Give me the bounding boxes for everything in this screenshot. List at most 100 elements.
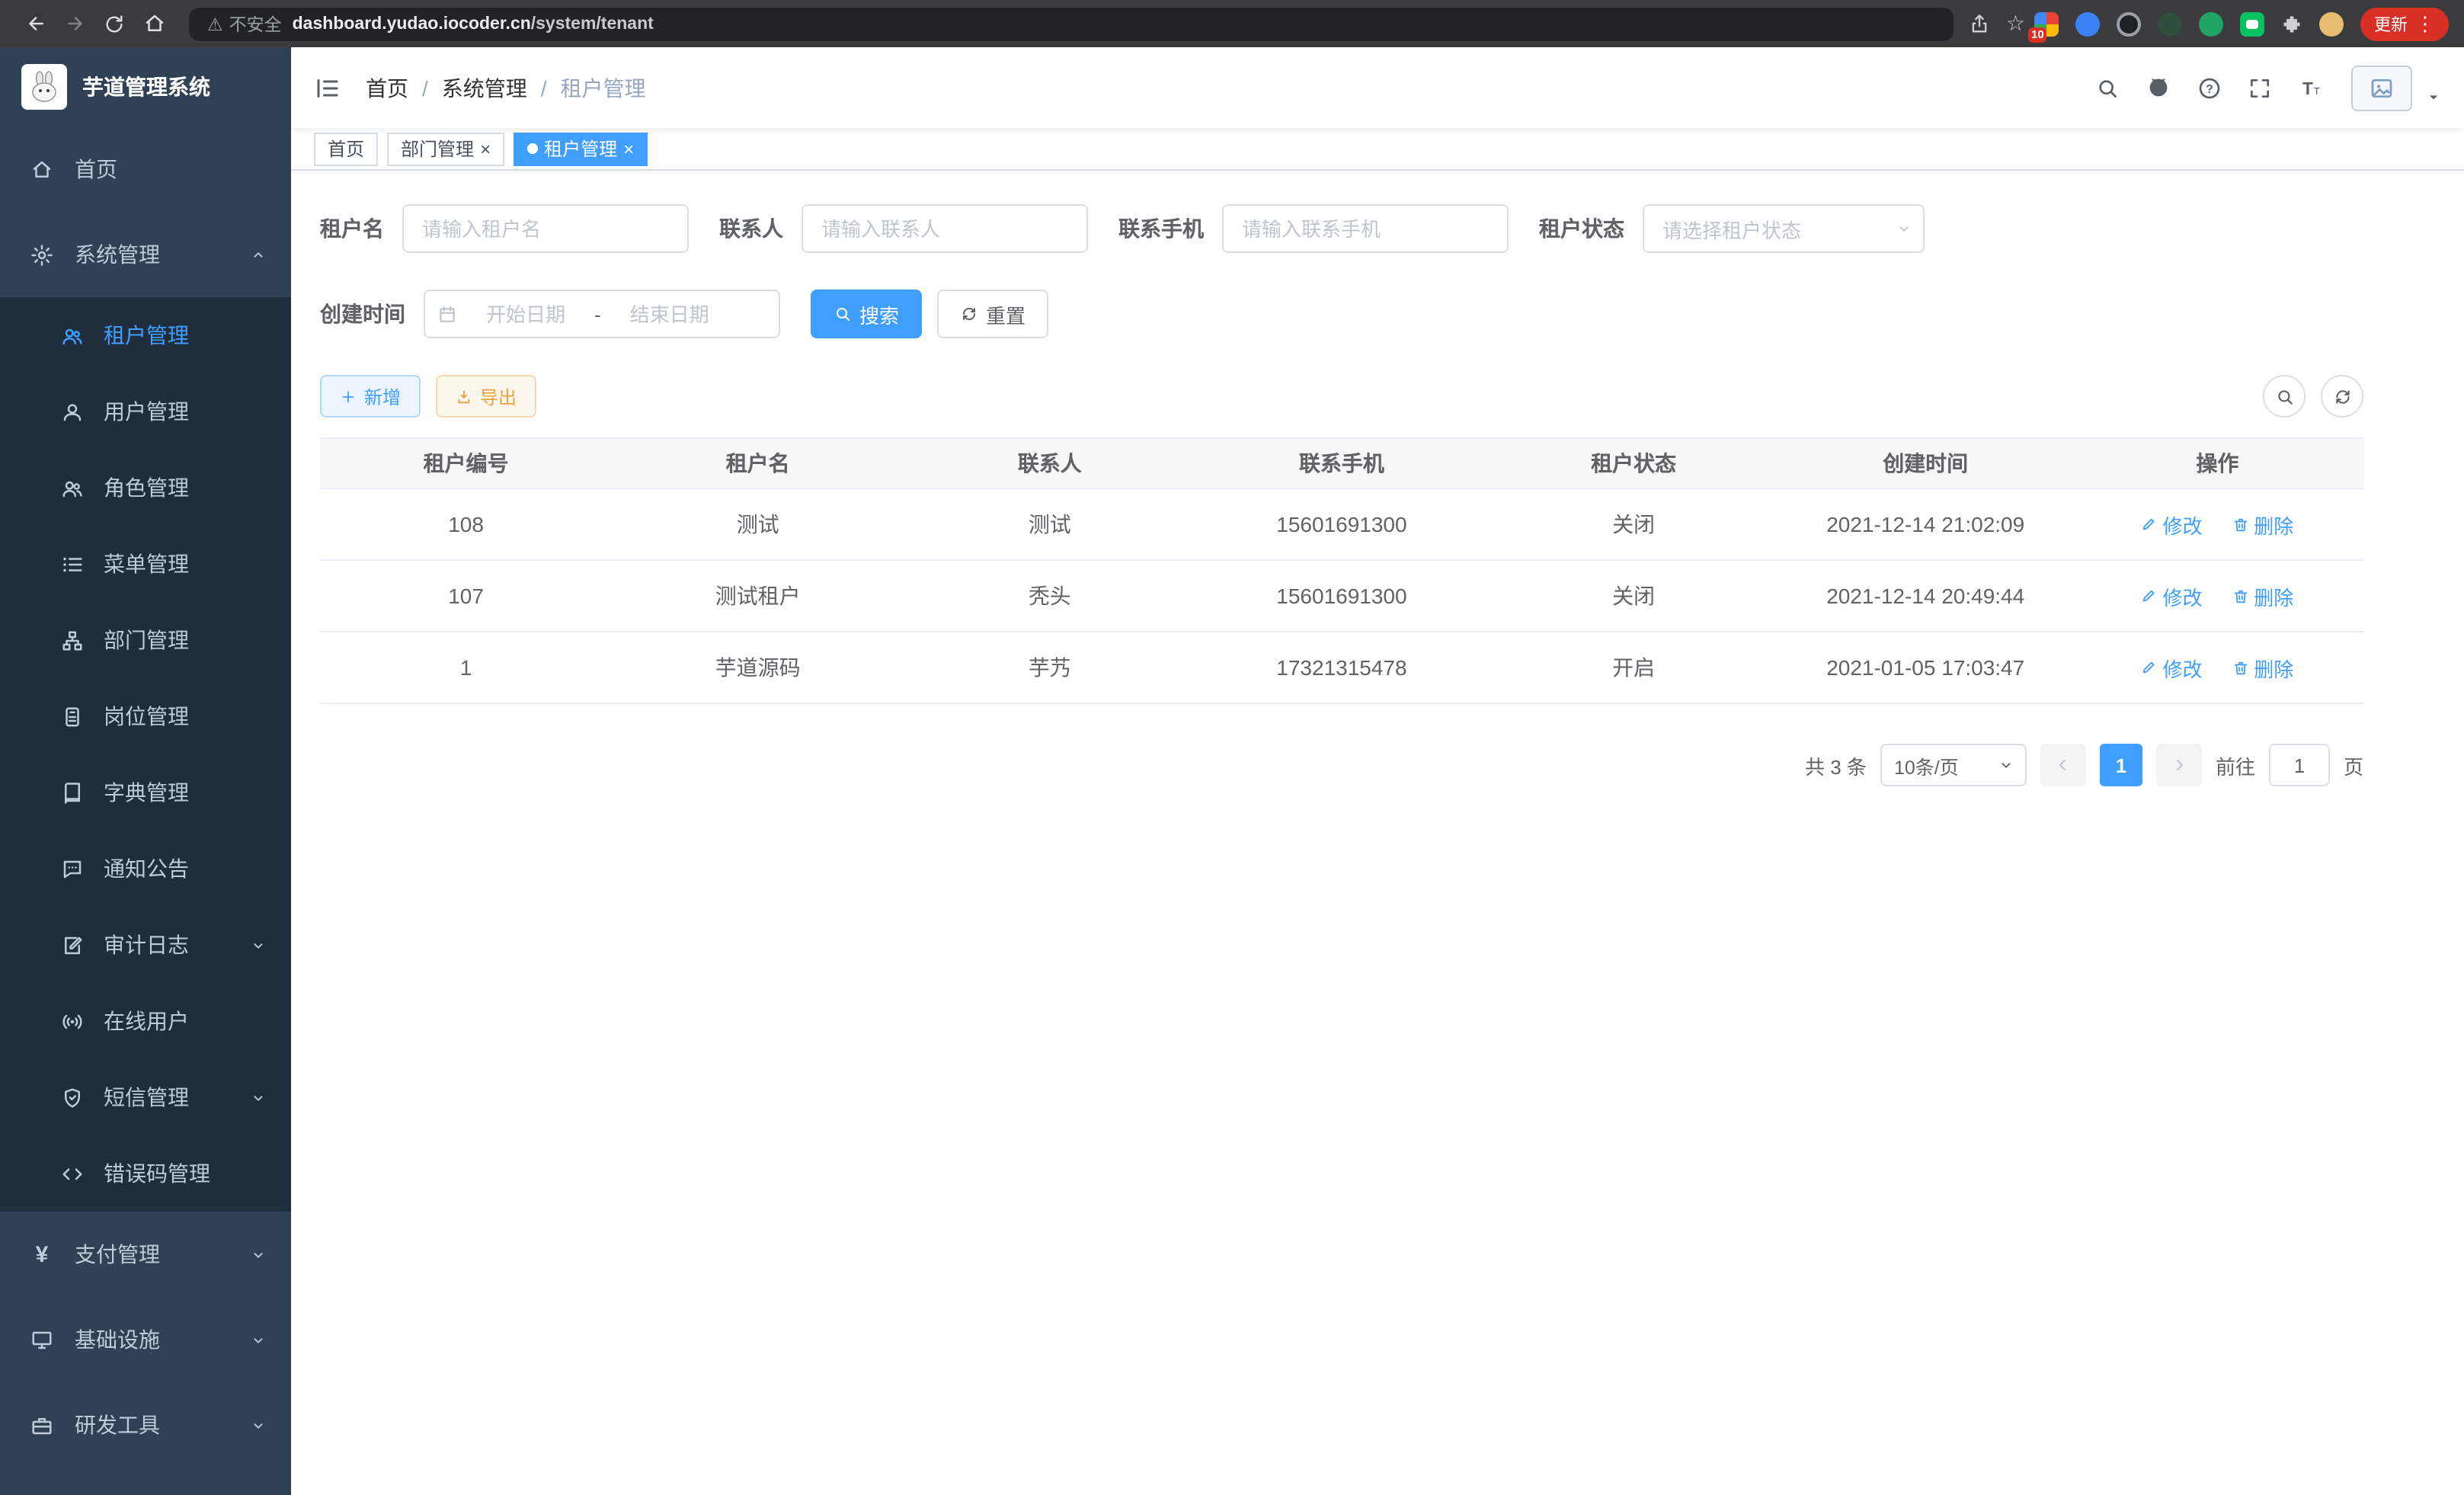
github-icon[interactable] xyxy=(2146,75,2171,101)
extension-icon-3[interactable] xyxy=(2117,11,2141,36)
close-icon[interactable]: × xyxy=(623,139,634,158)
extension-icon-2[interactable] xyxy=(2075,11,2100,36)
caret-down-icon[interactable] xyxy=(2426,89,2441,104)
extension-icon-5[interactable] xyxy=(2199,11,2223,36)
status-placeholder: 请选择租户状态 xyxy=(1662,214,1801,243)
user-avatar[interactable] xyxy=(2351,65,2412,110)
close-icon[interactable]: × xyxy=(480,139,491,158)
goto-page-input[interactable] xyxy=(2269,744,2330,786)
date-end-input[interactable] xyxy=(609,303,731,325)
edit-link[interactable]: 修改 xyxy=(2141,653,2202,682)
sidebar-item-role[interactable]: 角色管理 xyxy=(0,450,291,526)
date-range-picker[interactable]: - xyxy=(424,290,780,338)
sidebar-item-dict[interactable]: 字典管理 xyxy=(0,754,291,831)
export-button[interactable]: 导出 xyxy=(436,375,536,418)
column-header: 租户名 xyxy=(612,438,904,488)
help-icon[interactable]: ? xyxy=(2197,75,2222,100)
cell-name: 测试 xyxy=(612,488,904,560)
page-size-select[interactable]: 10条/页 xyxy=(1880,744,2027,786)
refresh-icon xyxy=(2332,386,2352,406)
sidebar-item-errorcode[interactable]: 错误码管理 xyxy=(0,1135,291,1212)
cell-actions: 修改 删除 xyxy=(2072,632,2363,703)
download-icon xyxy=(456,388,472,405)
log-icon xyxy=(61,933,84,956)
sidebar-item-dept[interactable]: 部门管理 xyxy=(0,602,291,678)
sidebar-item-online[interactable]: 在线用户 xyxy=(0,983,291,1059)
column-header: 租户状态 xyxy=(1488,438,1780,488)
next-page-button[interactable] xyxy=(2156,744,2202,786)
forward-icon[interactable] xyxy=(55,5,94,42)
sidebar-item-sms[interactable]: 短信管理 xyxy=(0,1059,291,1135)
sidebar-item-post[interactable]: 岗位管理 xyxy=(0,678,291,754)
browser-menu-icon[interactable]: ⋮ xyxy=(2415,11,2435,36)
sidebar-item-home[interactable]: 首页 xyxy=(0,126,291,212)
phone-input[interactable] xyxy=(1222,204,1509,253)
column-header: 操作 xyxy=(2072,438,2363,488)
list-icon xyxy=(61,552,84,575)
page-number-1[interactable]: 1 xyxy=(2100,744,2142,786)
update-button[interactable]: 更新 ⋮ xyxy=(2360,7,2449,40)
tab-home[interactable]: 首页 xyxy=(314,132,378,165)
sidebar-item-label: 通知公告 xyxy=(104,853,189,884)
cell-contact: 芋艿 xyxy=(904,632,1195,703)
home-icon[interactable] xyxy=(134,5,174,42)
sidebar-item-label: 租户管理 xyxy=(104,320,189,351)
tenant-name-input[interactable] xyxy=(402,204,689,253)
sidebar-item-auditlog[interactable]: 审计日志 xyxy=(0,907,291,983)
sidebar-item-system[interactable]: 系统管理 xyxy=(0,212,291,297)
font-size-icon[interactable]: TT xyxy=(2298,75,2325,100)
tab-dept[interactable]: 部门管理× xyxy=(387,132,504,165)
chevron-up-icon xyxy=(250,246,267,263)
column-header: 联系人 xyxy=(904,438,1195,488)
date-start-input[interactable] xyxy=(465,303,587,325)
reload-icon[interactable] xyxy=(94,5,134,42)
reset-button[interactable]: 重置 xyxy=(937,290,1048,338)
security-warning[interactable]: ⚠ 不安全 xyxy=(207,11,282,36)
navbar: 首页 / 系统管理 / 租户管理 ? TT xyxy=(291,47,2464,128)
contact-input[interactable] xyxy=(802,204,1088,253)
breadcrumb-separator: / xyxy=(422,75,428,100)
sidebar-item-infra[interactable]: 基础设施 xyxy=(0,1297,291,1382)
sidebar-item-menu[interactable]: 菜单管理 xyxy=(0,526,291,602)
search-button[interactable]: 搜索 xyxy=(811,290,922,338)
url-text: dashboard.yudao.iocoder.cn/system/tenant xyxy=(293,14,654,33)
delete-link[interactable]: 删除 xyxy=(2232,653,2293,682)
delete-link[interactable]: 删除 xyxy=(2232,581,2293,610)
hamburger-icon[interactable] xyxy=(314,74,341,101)
breadcrumb-item-system[interactable]: 系统管理 xyxy=(442,72,527,103)
extension-icon-4[interactable] xyxy=(2158,11,2182,36)
edit-link[interactable]: 修改 xyxy=(2141,510,2202,539)
sidebar-item-tenant[interactable]: 租户管理 xyxy=(0,297,291,373)
refresh-table-button[interactable] xyxy=(2321,375,2363,418)
tab-tenant[interactable]: 租户管理× xyxy=(514,132,648,165)
chevron-down-icon xyxy=(1998,757,2014,773)
delete-link[interactable]: 删除 xyxy=(2232,510,2293,539)
breadcrumb-item-home[interactable]: 首页 xyxy=(366,72,408,103)
add-button[interactable]: 新增 xyxy=(320,375,421,418)
sidebar-item-pay[interactable]: ¥ 支付管理 xyxy=(0,1212,291,1297)
table-row: 108 测试 测试 15601691300 关闭 2021-12-14 21:0… xyxy=(320,488,2363,560)
profile-avatar[interactable] xyxy=(2319,11,2344,36)
edit-link[interactable]: 修改 xyxy=(2141,581,2202,610)
update-label: 更新 xyxy=(2374,11,2408,36)
column-header: 创建时间 xyxy=(1780,438,2072,488)
share-icon[interactable] xyxy=(1970,13,1991,34)
status-select[interactable]: 请选择租户状态 xyxy=(1643,204,1925,253)
pencil-icon xyxy=(2141,516,2158,533)
show-search-button[interactable] xyxy=(2263,375,2306,418)
bookmark-star-icon[interactable]: ☆ xyxy=(2006,11,2025,37)
app-logo[interactable]: 芋道管理系统 xyxy=(0,47,291,126)
extensions-puzzle-icon[interactable] xyxy=(2281,13,2302,34)
sidebar-item-user[interactable]: 用户管理 xyxy=(0,373,291,450)
back-icon[interactable] xyxy=(15,5,55,42)
sidebar-item-devtools[interactable]: 研发工具 xyxy=(0,1382,291,1468)
prev-page-button[interactable] xyxy=(2040,744,2086,786)
fullscreen-icon[interactable] xyxy=(2248,75,2272,100)
address-bar[interactable]: ⚠ 不安全 dashboard.yudao.iocoder.cn/system/… xyxy=(189,7,1954,40)
sidebar-item-notice[interactable]: 通知公告 xyxy=(0,831,291,907)
extension-icon-1[interactable]: 10 xyxy=(2034,11,2059,36)
extension-icon-6[interactable] xyxy=(2240,11,2264,36)
sidebar-item-label: 首页 xyxy=(75,154,117,184)
search-icon[interactable] xyxy=(2095,75,2120,100)
calendar-icon xyxy=(437,304,457,324)
